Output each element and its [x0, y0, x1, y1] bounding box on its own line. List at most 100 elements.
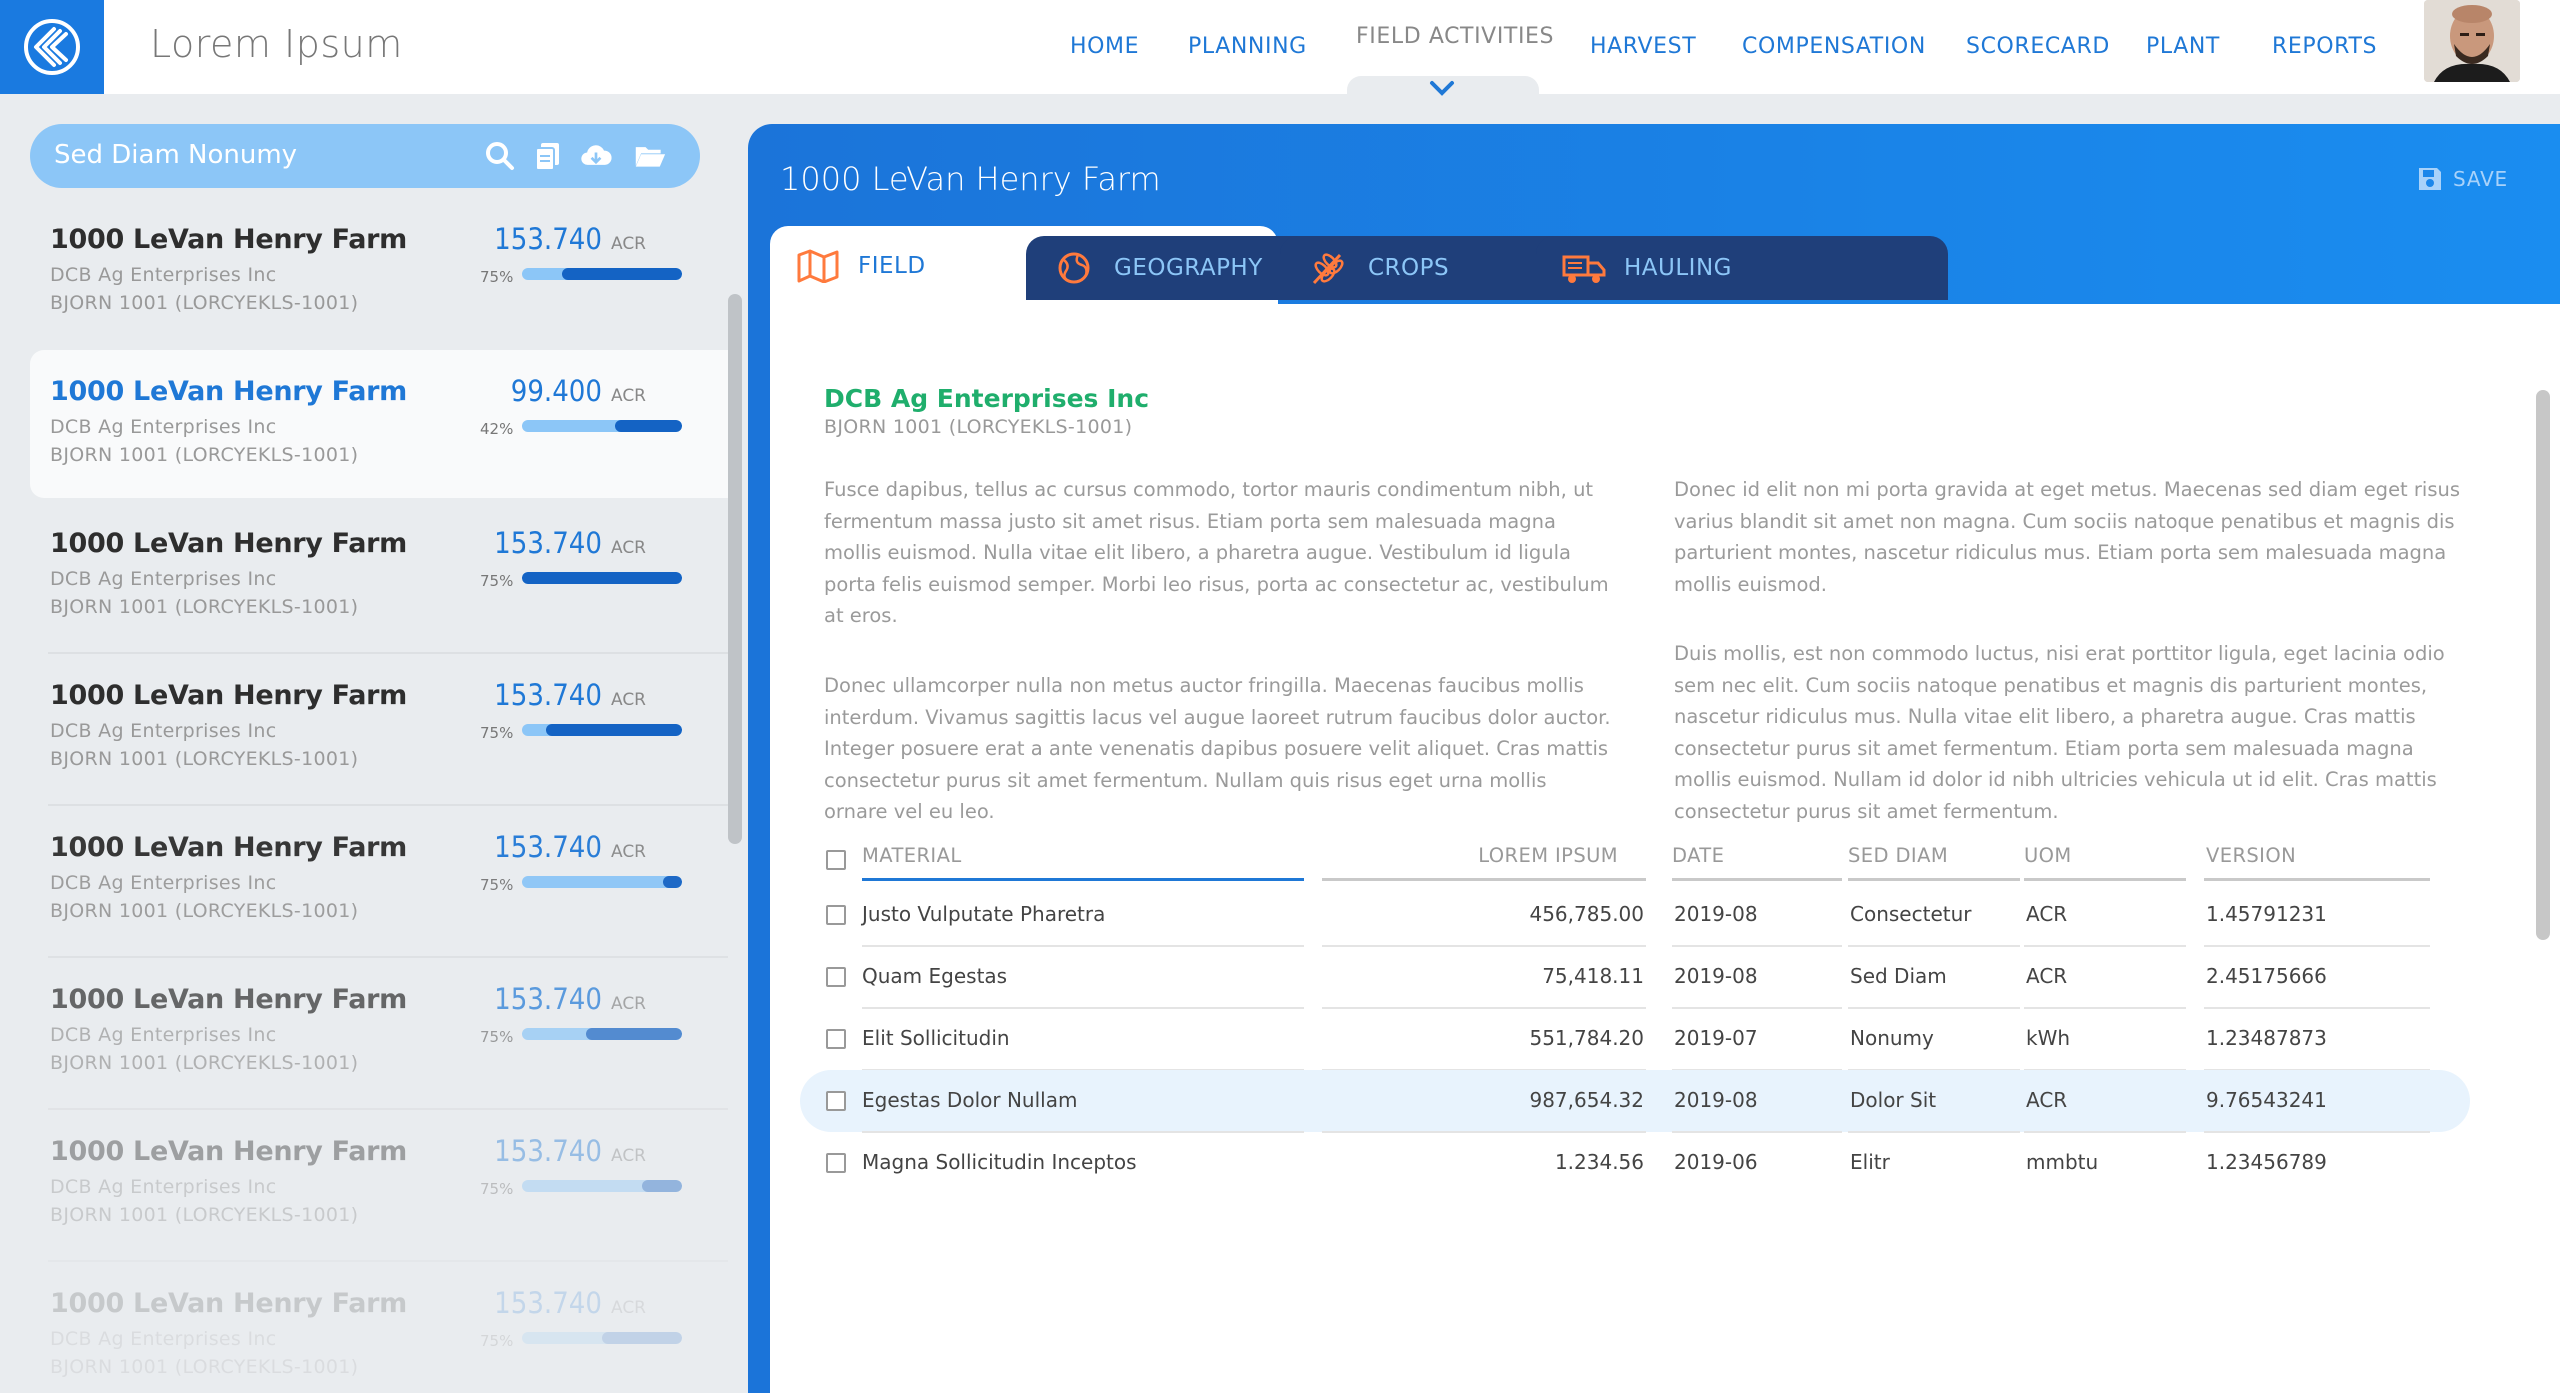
column-header-version[interactable]: VERSION	[2206, 844, 2296, 867]
farm-code: BJORN 1001 (LORCYEKLS-1001)	[50, 1356, 359, 1378]
cell-uom: ACR	[2026, 964, 2068, 988]
panel-title: 1000 LeVan Henry Farm	[780, 160, 1161, 198]
farm-list-item[interactable]: 1000 LeVan Henry Farm DCB Ag Enterprises …	[30, 958, 682, 1106]
farm-company: DCB Ag Enterprises Inc	[50, 1024, 277, 1046]
farm-progress-percent: 75%	[480, 876, 514, 894]
cell-material: Elit Sollicitudin	[862, 1026, 1010, 1050]
farm-list-item[interactable]: 1000 LeVan Henry Farm DCB Ag Enterprises …	[30, 198, 682, 346]
farm-name: 1000 LeVan Henry Farm	[50, 528, 408, 559]
company-code: BJORN 1001 (LORCYEKLS-1001)	[824, 416, 1133, 438]
nav-item-home[interactable]: HOME	[1070, 34, 1139, 59]
folder-open-icon[interactable]	[634, 140, 666, 172]
nav-item-planning[interactable]: PLANNING	[1188, 34, 1307, 59]
farm-progress-percent: 75%	[480, 724, 514, 742]
column-header-lorem-ipsum[interactable]: LOREM IPSUM	[1300, 844, 1618, 867]
copy-icon[interactable]	[532, 140, 564, 172]
farm-list-item[interactable]: 1000 LeVan Henry Farm DCB Ag Enterprises …	[30, 806, 682, 954]
paragraph-line: nascetur ridiculus mus. Nulla vitae elit…	[1674, 705, 2416, 729]
app-logo[interactable]	[0, 0, 104, 94]
farm-progress-percent: 75%	[480, 572, 514, 590]
cell-amount: 75,418.11	[1542, 964, 1644, 988]
column-header-sed-diam[interactable]: SED DIAM	[1848, 844, 1948, 867]
sidebar-search-bar[interactable]: Sed Diam Nonumy	[30, 124, 700, 188]
save-button[interactable]: SAVE	[2417, 166, 2508, 192]
user-avatar-image	[2424, 0, 2520, 82]
farm-progress-percent: 42%	[480, 420, 514, 438]
farm-acreage: 153.740	[494, 982, 602, 1016]
paragraph-line: ornare vel eu leo.	[824, 800, 995, 824]
farm-name: 1000 LeVan Henry Farm	[50, 376, 408, 407]
nav-item-harvest[interactable]: HARVEST	[1590, 34, 1696, 59]
farm-list-item[interactable]: 1000 LeVan Henry Farm DCB Ag Enterprises …	[30, 1262, 682, 1393]
paragraph-line: Fusce dapibus, tellus ac cursus commodo,…	[824, 478, 1594, 501]
row-checkbox[interactable]	[826, 905, 846, 925]
select-all-checkbox[interactable]	[826, 850, 846, 870]
nav-item-field-activities[interactable]: FIELD ACTIVITIES	[1356, 24, 1554, 49]
paragraph-line: mollis euismod. Nullam id dolor id nibh …	[1674, 768, 2437, 792]
row-checkbox[interactable]	[826, 1091, 846, 1111]
farm-list-item[interactable]: 1000 LeVan Henry Farm DCB Ag Enterprises …	[30, 654, 682, 802]
paragraph-line: sem nec elit. Cum sociis natoque penatib…	[1674, 673, 2428, 697]
column-header-uom[interactable]: UOM	[2024, 844, 2072, 867]
nav-item-plant[interactable]: PLANT	[2146, 34, 2220, 59]
column-header-underline	[1672, 878, 1842, 881]
farm-progress-fill	[602, 1332, 682, 1344]
body-paragraph: Donec ullamcorper nulla non metus auctor…	[824, 670, 1611, 828]
sidebar-scrollbar[interactable]	[728, 294, 742, 844]
paragraph-line: Integer posuere erat a ante venenatis da…	[824, 737, 1609, 761]
search-icon[interactable]	[484, 140, 516, 172]
row-checkbox[interactable]	[826, 1153, 846, 1173]
farm-progress-fill	[642, 1180, 682, 1192]
farm-list-item[interactable]: 1000 LeVan Henry Farm DCB Ag Enterprises …	[30, 502, 682, 650]
top-bar: Lorem Ipsum HOME PLANNING FIELD ACTIVITIES…	[0, 0, 2560, 102]
farm-progress-bar	[522, 1028, 682, 1040]
farm-progress-fill	[663, 876, 682, 888]
sidebar: Sed Diam Nonumy 1000 LeVan Henry Farm DCB…	[0, 94, 748, 1393]
column-header-underline	[1322, 878, 1646, 881]
row-checkbox[interactable]	[826, 1029, 846, 1049]
map-icon	[797, 249, 839, 283]
farm-progress-bar	[522, 268, 682, 280]
farm-progress-bar	[522, 1332, 682, 1344]
nav-item-reports[interactable]: REPORTS	[2272, 34, 2377, 59]
farm-acreage: 153.740	[494, 1134, 602, 1168]
paragraph-line: fermentum massa justo sit amet risus. Et…	[824, 509, 1556, 533]
farm-name: 1000 LeVan Henry Farm	[50, 832, 408, 863]
farm-progress-percent: 75%	[480, 1180, 514, 1198]
table-row[interactable]: Egestas Dolor Nullam 987,654.32 2019-08 Dol…	[800, 1070, 2470, 1132]
paragraph-line: at eros.	[824, 604, 898, 628]
tab-hauling[interactable]: HAULING	[1536, 236, 1948, 300]
farm-acreage: 153.740	[494, 526, 602, 560]
table-row[interactable]: Justo Vulputate Pharetra 456,785.00 2019-0…	[810, 884, 2468, 946]
chevron-down-icon[interactable]	[1428, 78, 1456, 98]
row-checkbox[interactable]	[826, 967, 846, 987]
farm-list-item[interactable]: 1000 LeVan Henry Farm DCB Ag Enterprises …	[30, 350, 728, 498]
cell-date: 2019-08	[1674, 902, 1758, 926]
table-row[interactable]: Quam Egestas 75,418.11 2019-08 Sed Diam ACR 2…	[810, 946, 2468, 1008]
cell-amount: 456,785.00	[1529, 902, 1644, 926]
avatar[interactable]	[2424, 0, 2520, 82]
content-scrollbar[interactable]	[2536, 390, 2550, 940]
farm-company: DCB Ag Enterprises Inc	[50, 1176, 277, 1198]
cell-material: Egestas Dolor Nullam	[862, 1088, 1078, 1112]
column-header-date[interactable]: DATE	[1672, 844, 1724, 867]
cloud-download-icon[interactable]	[580, 140, 612, 172]
cell-sed: Sed Diam	[1850, 964, 1947, 988]
farm-company: DCB Ag Enterprises Inc	[50, 568, 277, 590]
paragraph-line: parturient montes, nascetur ridiculus mu…	[1674, 541, 2447, 565]
globe-icon	[1058, 252, 1090, 284]
cell-material: Quam Egestas	[862, 964, 1008, 988]
column-header-material[interactable]: MATERIAL	[862, 844, 962, 867]
table-row[interactable]: Magna Sollicitudin Inceptos 1.234.56 2019-…	[810, 1132, 2468, 1194]
app-title: Lorem Ipsum	[150, 22, 403, 66]
paragraph-line: consectetur purus sit amet fermentum. Et…	[1674, 736, 2414, 760]
table-row[interactable]: Elit Sollicitudin 551,784.20 2019-07 Nonumy…	[810, 1008, 2468, 1070]
cell-sed: Nonumy	[1850, 1026, 1934, 1050]
paragraph-line: Donec id elit non mi porta gravida at eg…	[1674, 478, 2461, 501]
cell-date: 2019-08	[1674, 1088, 1758, 1112]
cell-amount: 987,654.32	[1529, 1088, 1644, 1112]
nav-item-scorecard[interactable]: SCORECARD	[1966, 34, 2110, 59]
paragraph-line: consectetur purus sit amet fermentum.	[1674, 799, 2059, 823]
nav-item-compensation[interactable]: COMPENSATION	[1742, 34, 1926, 59]
farm-list-item[interactable]: 1000 LeVan Henry Farm DCB Ag Enterprises …	[30, 1110, 682, 1258]
